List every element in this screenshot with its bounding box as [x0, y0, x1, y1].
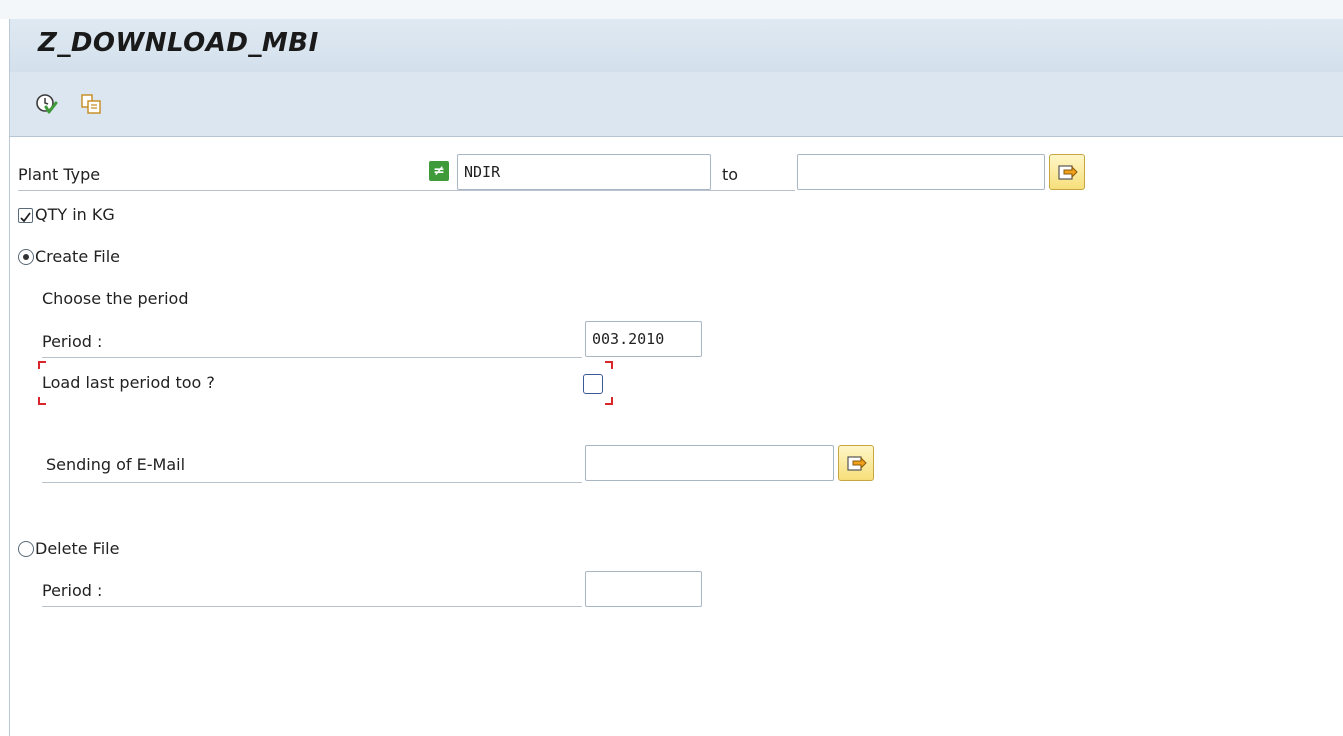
qty-in-kg-label: QTY in KG [35, 205, 115, 224]
focus-corner-br [605, 397, 613, 405]
selection-screen: Plant Type ≠ NDIR to QTY in KG Create Fi… [9, 137, 1343, 736]
not-equal-icon: ≠ [433, 163, 445, 179]
to-underline [715, 190, 795, 191]
multiple-selection-arrow-icon [847, 456, 867, 471]
load-last-period-label: Load last period too ? [42, 373, 215, 392]
focus-corner-tl [38, 361, 46, 369]
period-label: Period : [42, 332, 103, 351]
create-file-label: Create File [35, 247, 121, 266]
email-underline [42, 482, 582, 483]
delete-period-underline [42, 606, 582, 607]
get-variant-button[interactable] [79, 92, 103, 116]
qty-in-kg-checkbox[interactable] [18, 208, 33, 223]
get-variant-icon [81, 94, 101, 114]
plant-type-to-input[interactable] [797, 154, 1045, 190]
period-input[interactable]: 003.2010 [585, 321, 702, 357]
application-toolbar [9, 72, 1343, 137]
focus-corner-tr [605, 361, 613, 369]
delete-period-input[interactable] [585, 571, 702, 607]
delete-file-label: Delete File [35, 539, 120, 558]
execute-clock-icon [36, 94, 58, 114]
select-options-button[interactable]: ≠ [429, 161, 449, 181]
window-title: Z_DOWNLOAD_MBI [38, 28, 319, 58]
choose-period-text: Choose the period [42, 289, 189, 308]
to-label: to [722, 165, 739, 184]
top-strip [0, 0, 1343, 19]
plant-type-underline [18, 190, 718, 191]
delete-period-label: Period : [42, 581, 103, 600]
multiple-selection-button[interactable] [1049, 154, 1085, 190]
title-bar: Z_DOWNLOAD_MBI [9, 19, 1343, 72]
create-file-radio[interactable] [18, 249, 34, 265]
email-label: Sending of E-Mail [46, 455, 186, 474]
load-last-period-checkbox[interactable] [583, 374, 603, 394]
execute-button[interactable] [34, 92, 58, 116]
plant-type-from-input[interactable]: NDIR [457, 154, 711, 190]
multiple-selection-arrow-icon [1058, 165, 1078, 180]
focus-corner-bl [38, 397, 46, 405]
plant-type-label: Plant Type [18, 165, 101, 184]
delete-file-radio[interactable] [18, 541, 34, 557]
period-underline [42, 357, 582, 358]
email-multiple-selection-button[interactable] [838, 445, 874, 481]
email-input[interactable] [585, 445, 834, 481]
radio-dot [23, 254, 29, 260]
checkmark-icon [20, 212, 31, 223]
